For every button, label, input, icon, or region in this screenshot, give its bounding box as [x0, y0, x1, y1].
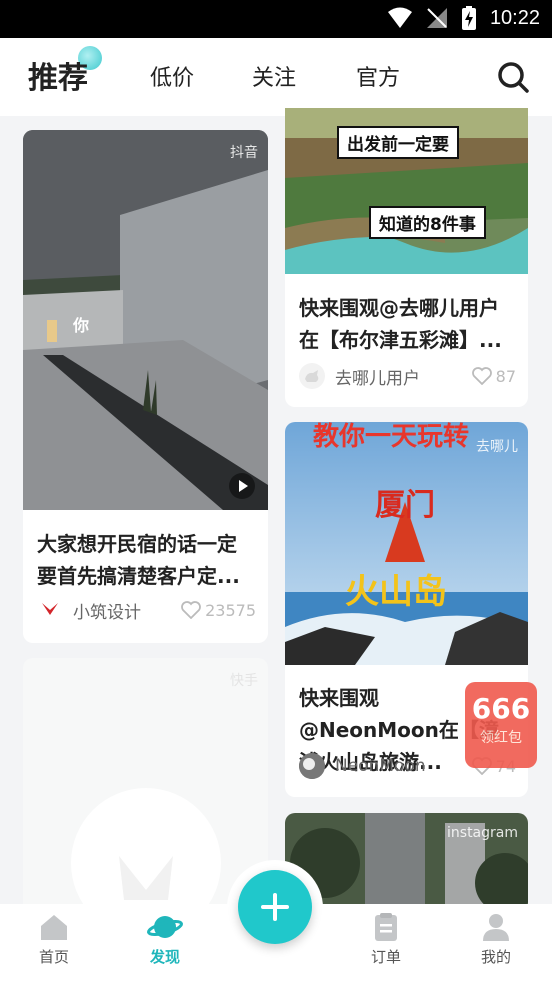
plus-icon [261, 893, 289, 921]
source-tag: instagram [447, 825, 518, 841]
tab-recommend[interactable]: 推荐 [28, 53, 88, 97]
search-icon[interactable] [496, 60, 530, 94]
feed-card[interactable]: 快手 [23, 658, 268, 918]
avatar [37, 597, 63, 623]
bottom-nav-home[interactable]: 首页 [24, 912, 84, 967]
likes-value: 87 [495, 366, 516, 386]
feed-card[interactable]: 出发前一定要 知道的8件事 快来围观@去哪儿用户在【布尔津五彩滩】... 去哪儿… [285, 108, 528, 407]
like-count[interactable]: 23575 [181, 601, 256, 620]
status-bar: 10:22 [0, 0, 552, 38]
bottom-nav-label: 发现 [149, 948, 180, 966]
card-image: 教你一天玩转 去哪儿 厦门 火山岛 [285, 422, 528, 665]
image-text: 火山岛 [345, 572, 447, 612]
image-text: 教你一天玩转 [313, 422, 470, 452]
avatar [299, 363, 325, 389]
bottom-nav-orders[interactable]: 订单 [356, 912, 416, 967]
card-meta: 小筑设计 23575 [37, 596, 256, 624]
tab-following[interactable]: 关注 [252, 60, 296, 92]
wifi-icon [387, 7, 412, 28]
card-meta: 去哪儿用户 87 [299, 362, 516, 390]
bottom-nav-label: 我的 [480, 948, 511, 966]
placeholder-logo [71, 788, 221, 918]
avatar [299, 753, 325, 779]
battery-icon [461, 6, 476, 30]
card-image: 抖音 你 [23, 130, 268, 510]
add-post-button[interactable] [238, 870, 312, 944]
home-icon [41, 915, 67, 940]
likes-value: 23575 [205, 600, 256, 620]
card-title: 快来围观@去哪儿用户在【布尔津五彩滩】... [299, 296, 502, 352]
planet-icon [147, 916, 183, 938]
card-title: 大家想开民宿的话一定要首先搞清楚客户定... [37, 532, 240, 588]
status-time: 10:22 [489, 6, 540, 29]
house-photo [23, 130, 268, 510]
source-tag: 快手 [230, 673, 258, 689]
feed-card[interactable]: 抖音 你 大家想开民宿的话一定要首先搞清楚客户定... 小筑设计 23575 [23, 130, 268, 643]
bottom-nav-me[interactable]: 我的 [466, 912, 526, 967]
heart-icon [471, 367, 492, 385]
volcano-island-photo [285, 422, 528, 665]
image-banner: 出发前一定要 [337, 126, 459, 159]
like-count[interactable]: 87 [471, 366, 516, 386]
red-packet-badge[interactable]: 666 领红包 [465, 682, 537, 768]
author-name: 小筑设计 [73, 602, 141, 623]
card-image: 出发前一定要 知道的8件事 [285, 108, 528, 274]
heart-icon [181, 601, 201, 619]
image-overlay-text: 你 [73, 316, 90, 335]
author-name: NeonMoon [335, 756, 426, 776]
bottom-nav-label: 首页 [38, 948, 69, 966]
source-tag: 去哪儿 [476, 439, 518, 455]
image-text: 厦门 [375, 488, 435, 523]
bottom-nav-discover[interactable]: 发现 [135, 912, 195, 967]
user-icon [483, 914, 509, 941]
red-packet-amount: 666 [471, 692, 531, 725]
status-icons: 10:22 [387, 6, 540, 30]
red-packet-label: 领红包 [480, 730, 522, 746]
clipboard-icon [375, 913, 397, 941]
bottom-nav-label: 订单 [370, 948, 401, 966]
image-banner: 知道的8件事 [369, 206, 486, 239]
tab-low-price[interactable]: 低价 [150, 60, 194, 92]
play-icon[interactable] [228, 472, 256, 500]
top-nav: 推荐 低价 关注 官方 [0, 38, 552, 116]
source-tag: 抖音 [230, 145, 258, 161]
author-name: 去哪儿用户 [335, 368, 420, 389]
signal-icon [426, 8, 447, 28]
tab-official[interactable]: 官方 [356, 60, 400, 92]
